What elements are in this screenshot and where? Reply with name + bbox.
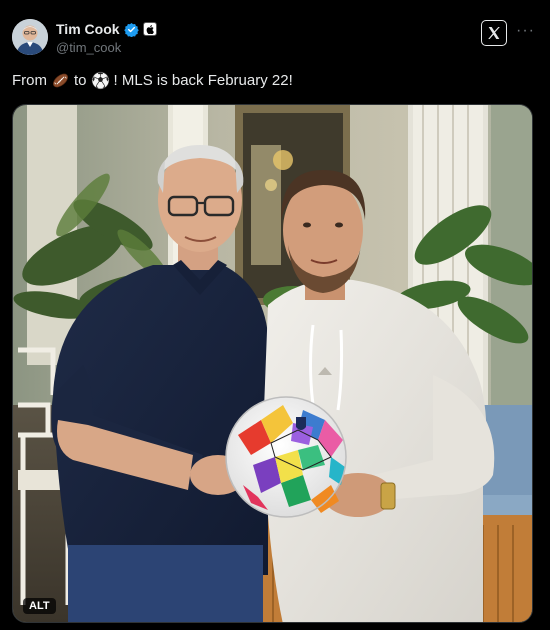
alt-text-badge[interactable]: ALT <box>23 598 56 614</box>
apple-affiliate-icon[interactable] <box>142 22 157 36</box>
photo-illustration <box>13 105 532 622</box>
post-card: Tim Cook @tim_cook ··· From to ! MLS is … <box>0 0 550 630</box>
post-text-part-from: From <box>12 72 47 89</box>
more-options-button[interactable]: ··· <box>516 22 535 40</box>
author-name-row: Tim Cook <box>56 20 157 38</box>
author-display-name[interactable]: Tim Cook <box>56 21 120 37</box>
author-handle[interactable]: @tim_cook <box>56 40 121 55</box>
post-text-part-mls: ! MLS is back February 22! <box>113 72 293 89</box>
author-avatar[interactable] <box>12 19 48 55</box>
post-media-image[interactable]: ALT <box>12 104 533 623</box>
verified-badge-icon <box>123 22 139 37</box>
soccer-ball-emoji-icon <box>91 71 109 90</box>
american-football-emoji-icon <box>53 73 68 88</box>
post-text: From to ! MLS is back February 22! <box>12 71 293 90</box>
x-logo-icon[interactable] <box>481 20 507 46</box>
post-text-part-to: to <box>74 72 87 89</box>
